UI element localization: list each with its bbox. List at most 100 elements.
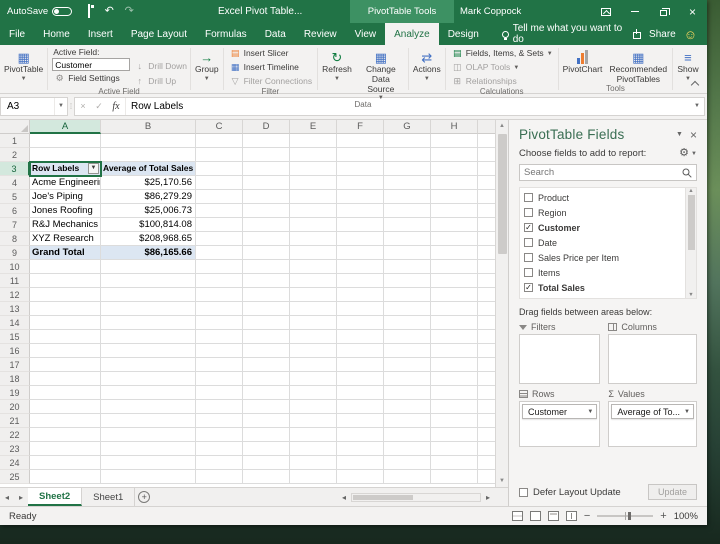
cell-E1[interactable] [290, 134, 337, 148]
cell-D14[interactable] [243, 316, 290, 330]
cell-C13[interactable] [196, 302, 243, 316]
row-header-6[interactable]: 6 [0, 204, 30, 218]
insert-slicer-button[interactable]: ▤ Insert Slicer [228, 47, 315, 60]
field-settings-button[interactable]: ⚙ Field Settings [52, 72, 130, 85]
sheet-tab-sheet2[interactable]: Sheet2 [28, 488, 83, 506]
cell-C24[interactable] [196, 456, 243, 470]
scroll-down-icon[interactable]: ▼ [688, 292, 693, 298]
cell-F17[interactable] [337, 358, 384, 372]
cell-H5[interactable] [431, 190, 478, 204]
cell-D19[interactable] [243, 386, 290, 400]
row-header-5[interactable]: 5 [0, 190, 30, 204]
zoom-in-icon[interactable]: + [660, 510, 666, 522]
cell-H7[interactable] [431, 218, 478, 232]
scroll-left-icon[interactable]: ◂ [338, 493, 350, 502]
row-header-11[interactable]: 11 [0, 274, 30, 288]
cell-B3[interactable]: Average of Total Sales [101, 162, 196, 176]
restore-button[interactable] [649, 0, 678, 23]
cell-C18[interactable] [196, 372, 243, 386]
filter-dropdown-icon[interactable]: ▼ [88, 163, 99, 174]
cell-A12[interactable] [30, 288, 101, 302]
cell-A2[interactable] [30, 148, 101, 162]
normal-view-icon[interactable] [529, 511, 541, 521]
panel-tools-button[interactable]: ⚙ ▼ [679, 148, 697, 159]
cell-B1[interactable] [101, 134, 196, 148]
cell-H19[interactable] [431, 386, 478, 400]
row-header-7[interactable]: 7 [0, 218, 30, 232]
insert-timeline-button[interactable]: ▦ Insert Timeline [228, 61, 315, 74]
cell-D9[interactable] [243, 246, 290, 260]
cell-H17[interactable] [431, 358, 478, 372]
row-header-4[interactable]: 4 [0, 176, 30, 190]
tab-view[interactable]: View [346, 23, 386, 45]
cell-A21[interactable] [30, 414, 101, 428]
horizontal-scrollbar[interactable]: ◂ ▸ [338, 488, 508, 506]
cell-H23[interactable] [431, 442, 478, 456]
cell-G11[interactable] [384, 274, 431, 288]
update-button[interactable]: Update [647, 484, 697, 500]
cell-C17[interactable] [196, 358, 243, 372]
row-header-19[interactable]: 19 [0, 386, 30, 400]
minimize-button[interactable] [620, 0, 649, 23]
fields-items-sets-button[interactable]: ▤ Fields, Items, & Sets ▼ [450, 47, 555, 60]
tab-review[interactable]: Review [295, 23, 346, 45]
cell-A13[interactable] [30, 302, 101, 316]
cell-E11[interactable] [290, 274, 337, 288]
ribbon-display-options-button[interactable] [591, 0, 620, 23]
cell-B19[interactable] [101, 386, 196, 400]
share-button[interactable]: Share [649, 29, 676, 40]
save-button[interactable] [79, 0, 99, 23]
cell-G22[interactable] [384, 428, 431, 442]
formula-input[interactable]: Row Labels [125, 97, 690, 115]
row-header-3[interactable]: 3 [0, 162, 30, 176]
cell-G20[interactable] [384, 400, 431, 414]
cell-C25[interactable] [196, 470, 243, 484]
cell-H13[interactable] [431, 302, 478, 316]
cell-B15[interactable] [101, 330, 196, 344]
field-item-total-sales[interactable]: ✓ Total Sales [522, 280, 683, 295]
cell-B2[interactable] [101, 148, 196, 162]
cell-C21[interactable] [196, 414, 243, 428]
cell-E17[interactable] [290, 358, 337, 372]
cell-H11[interactable] [431, 274, 478, 288]
cell-C20[interactable] [196, 400, 243, 414]
cell-F2[interactable] [337, 148, 384, 162]
cell-G12[interactable] [384, 288, 431, 302]
cell-G16[interactable] [384, 344, 431, 358]
sheet-nav-right-icon[interactable]: ▸ [14, 488, 28, 506]
cell-D3[interactable] [243, 162, 290, 176]
row-header-23[interactable]: 23 [0, 442, 30, 456]
panel-close-icon[interactable]: × [690, 129, 697, 141]
recommended-pivottables-button[interactable]: ▦ Recommended PivotTables [605, 45, 671, 85]
checkbox-icon[interactable]: ✓ [524, 283, 533, 292]
cell-D2[interactable] [243, 148, 290, 162]
cell-B16[interactable] [101, 344, 196, 358]
cell-C8[interactable] [196, 232, 243, 246]
cell-E22[interactable] [290, 428, 337, 442]
tab-design[interactable]: Design [439, 23, 488, 45]
cell-F12[interactable] [337, 288, 384, 302]
row-header-2[interactable]: 2 [0, 148, 30, 162]
row-header-16[interactable]: 16 [0, 344, 30, 358]
tab-formulas[interactable]: Formulas [196, 23, 256, 45]
cell-G19[interactable] [384, 386, 431, 400]
row-header-10[interactable]: 10 [0, 260, 30, 274]
cell-B12[interactable] [101, 288, 196, 302]
cell-H15[interactable] [431, 330, 478, 344]
checkbox-icon[interactable] [524, 268, 533, 277]
cell-F1[interactable] [337, 134, 384, 148]
cell-C1[interactable] [196, 134, 243, 148]
cell-A8[interactable]: XYZ Research [30, 232, 101, 246]
cell-F25[interactable] [337, 470, 384, 484]
zoom-slider[interactable] [597, 512, 654, 520]
cell-B24[interactable] [101, 456, 196, 470]
cell-E23[interactable] [290, 442, 337, 456]
cell-D1[interactable] [243, 134, 290, 148]
area-chip-rows[interactable]: Customer ▼ [522, 404, 598, 419]
page-layout-view-icon[interactable] [547, 511, 559, 521]
cell-E6[interactable] [290, 204, 337, 218]
cell-G6[interactable] [384, 204, 431, 218]
cell-A24[interactable] [30, 456, 101, 470]
cell-D6[interactable] [243, 204, 290, 218]
cell-E8[interactable] [290, 232, 337, 246]
